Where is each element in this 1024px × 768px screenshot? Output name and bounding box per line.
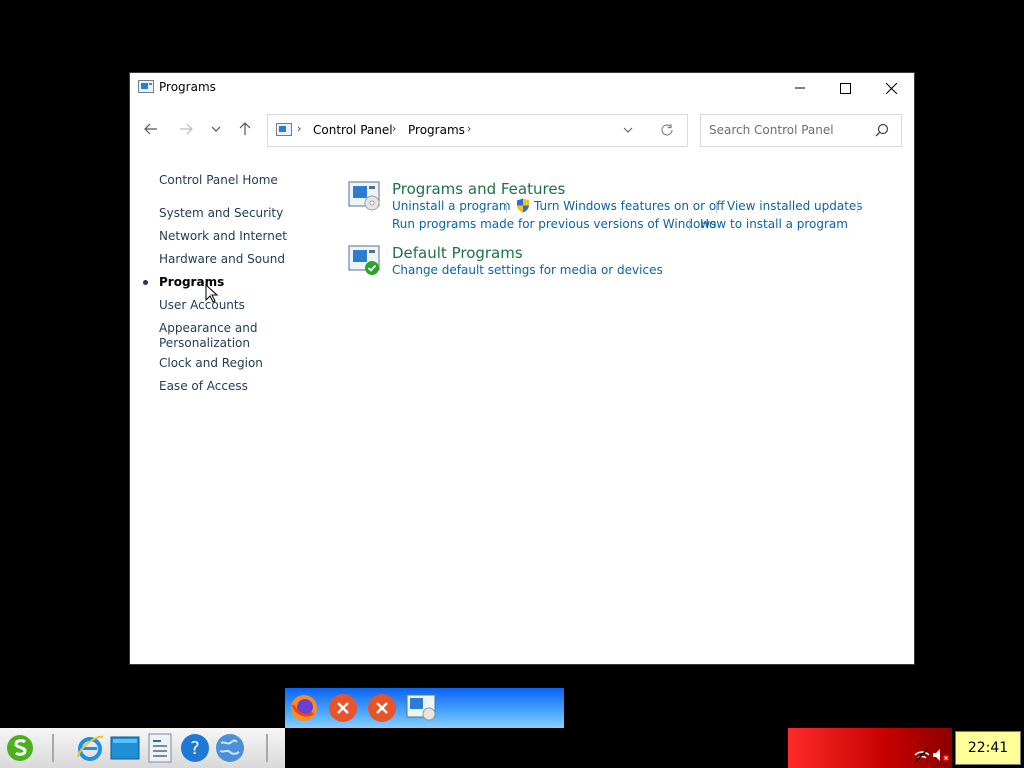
breadcrumb-control-panel[interactable]: Control Panel xyxy=(313,123,393,137)
shield-icon xyxy=(517,198,529,213)
turn-windows-features-link[interactable]: Turn Windows features on or off xyxy=(534,199,725,213)
sidebar-item-ease-of-access[interactable]: Ease of Access xyxy=(159,379,248,394)
arrow-up-icon xyxy=(239,122,251,135)
taskbar-divider xyxy=(52,734,54,762)
sidebar-item-clock-and-region[interactable]: Clock and Region xyxy=(159,356,263,371)
firefox-icon[interactable] xyxy=(289,693,319,723)
globe-icon[interactable] xyxy=(215,733,245,763)
window-title: Programs xyxy=(159,80,216,94)
taskbar-divider xyxy=(266,734,268,762)
control-panel-icon xyxy=(276,123,292,136)
help-icon[interactable]: ? xyxy=(180,733,210,763)
title-bar[interactable]: Programs xyxy=(130,73,914,103)
change-default-settings-link[interactable]: Change default settings for media or dev… xyxy=(392,263,663,277)
back-button[interactable] xyxy=(139,117,163,141)
clock[interactable]: 22:41 xyxy=(955,731,1021,765)
search-input[interactable] xyxy=(702,116,869,143)
chevron-right-icon: › xyxy=(297,122,302,135)
help-question-icon: ? xyxy=(181,734,209,762)
desktop-icon[interactable] xyxy=(110,733,140,763)
run-previous-versions-link[interactable]: Run programs made for previous versions … xyxy=(392,217,716,231)
search-box[interactable] xyxy=(700,114,902,147)
recent-locations-button[interactable] xyxy=(204,117,228,141)
ie-logo-icon xyxy=(77,735,104,761)
sidebar-item-control-panel-home[interactable]: Control Panel Home xyxy=(159,173,278,188)
system-tray xyxy=(788,728,952,768)
error-icon[interactable] xyxy=(328,693,358,723)
svg-text:?: ? xyxy=(190,738,200,759)
close-icon xyxy=(885,82,897,94)
default-programs-icon xyxy=(348,245,380,275)
arrow-right-icon xyxy=(180,123,193,135)
internet-explorer-icon[interactable] xyxy=(75,733,105,763)
sidebar-item-network-and-internet[interactable]: Network and Internet xyxy=(159,229,287,244)
start-logo-icon xyxy=(7,735,33,761)
default-programs-title[interactable]: Default Programs xyxy=(392,244,523,262)
start-icon[interactable] xyxy=(5,733,35,763)
programs-and-features-title[interactable]: Programs and Features xyxy=(392,180,565,198)
link-separator xyxy=(857,201,858,213)
control-panel-icon[interactable] xyxy=(406,694,438,722)
how-to-install-link[interactable]: How to install a program xyxy=(700,217,848,231)
volume-muted-icon[interactable] xyxy=(932,748,950,762)
close-button[interactable] xyxy=(868,73,914,103)
running-apps-bar xyxy=(285,688,564,728)
show-desktop-icon xyxy=(110,736,140,760)
sidebar-item-system-and-security[interactable]: System and Security xyxy=(159,206,283,221)
arrow-left-icon xyxy=(144,123,157,135)
sidebar-item-hardware-and-sound[interactable]: Hardware and Sound xyxy=(159,252,285,267)
programs-features-icon xyxy=(348,181,380,211)
maximize-icon xyxy=(839,82,851,94)
control-panel-window: Programs › Control Panel › Programs › Se… xyxy=(130,73,914,664)
refresh-icon[interactable] xyxy=(660,123,674,137)
forward-button[interactable] xyxy=(174,117,198,141)
address-bar[interactable]: › Control Panel › Programs › xyxy=(267,114,688,147)
sidebar-item-appearance-and[interactable]: Appearance and xyxy=(159,321,257,336)
chevron-right-icon[interactable]: › xyxy=(467,122,471,135)
minimize-button[interactable] xyxy=(777,73,823,103)
document-icon[interactable] xyxy=(145,733,175,763)
chevron-right-icon[interactable]: › xyxy=(392,122,396,135)
breadcrumb-programs[interactable]: Programs xyxy=(408,123,465,137)
chevron-down-icon xyxy=(211,126,221,132)
link-separator xyxy=(506,201,507,213)
network-globe-icon xyxy=(216,734,244,762)
chevron-down-icon[interactable] xyxy=(622,124,634,136)
up-button[interactable] xyxy=(233,117,257,141)
maximize-button[interactable] xyxy=(822,73,868,103)
view-installed-updates-link[interactable]: View installed updates xyxy=(727,199,863,213)
notes-icon xyxy=(148,733,172,763)
search-icon[interactable] xyxy=(875,123,889,137)
sidebar-item-user-accounts[interactable]: User Accounts xyxy=(159,298,245,313)
network-disconnected-icon[interactable] xyxy=(914,748,930,762)
link-separator xyxy=(689,219,690,231)
control-panel-icon xyxy=(138,80,154,93)
error-icon[interactable] xyxy=(367,693,397,723)
link-separator xyxy=(716,201,717,213)
active-bullet xyxy=(143,280,148,285)
minimize-icon xyxy=(795,87,805,89)
uninstall-program-link[interactable]: Uninstall a program xyxy=(392,199,511,213)
mouse-cursor-icon xyxy=(205,284,219,303)
sidebar-item-personalization[interactable]: Personalization xyxy=(159,336,250,351)
